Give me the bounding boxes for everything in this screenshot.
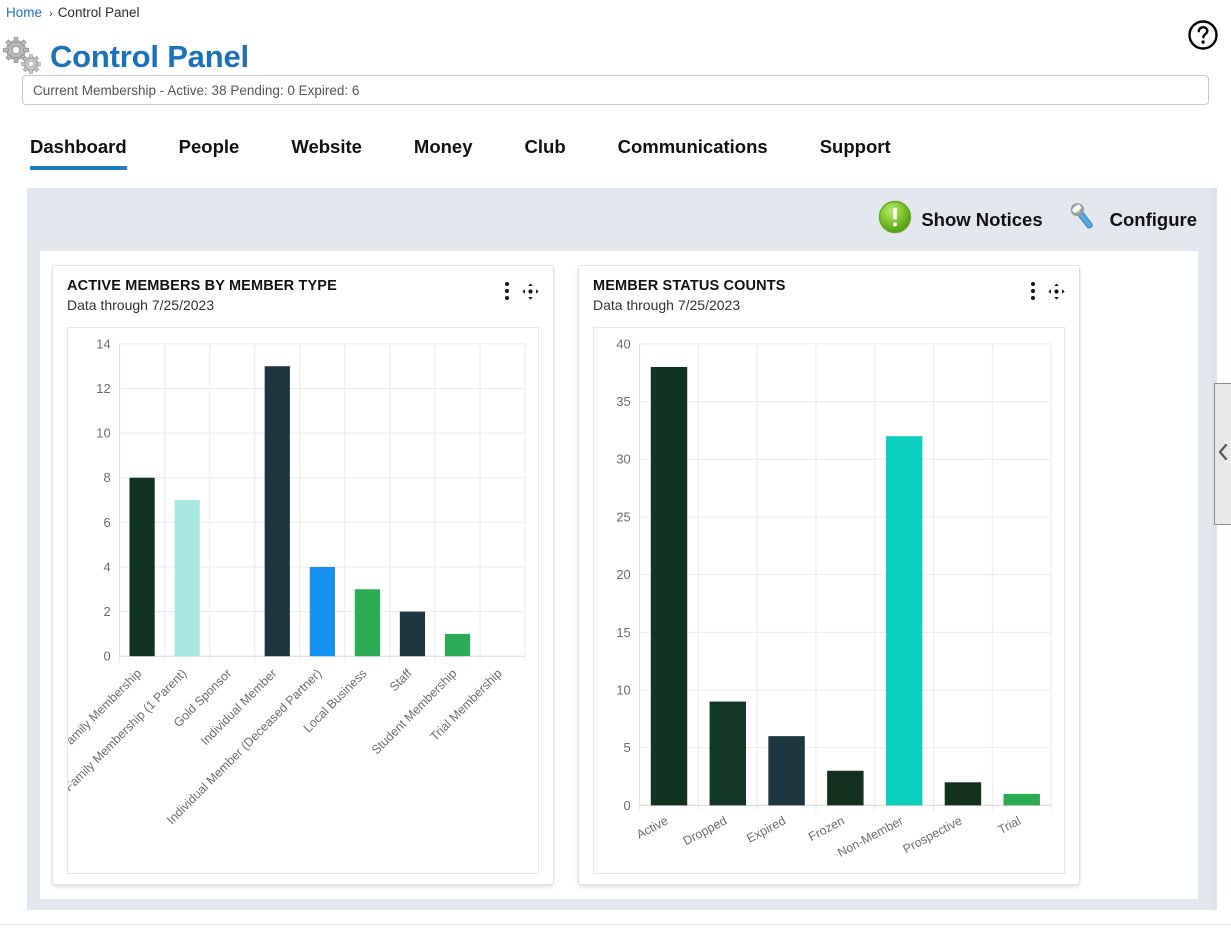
widget-active-members-by-member-type: ACTIVE MEMBERS BY MEMBER TYPE Data throu… bbox=[52, 265, 554, 885]
bar[interactable] bbox=[444, 633, 471, 657]
tab-money[interactable]: Money bbox=[414, 132, 473, 170]
y-axis-tick-label: 10 bbox=[616, 682, 630, 697]
breadcrumb: Home › Control Panel bbox=[6, 5, 140, 20]
tab-website-label: Website bbox=[291, 136, 362, 157]
x-axis-category-label: Frozen bbox=[806, 814, 847, 845]
move-handle-icon[interactable] bbox=[1048, 282, 1065, 300]
tab-club-label: Club bbox=[524, 136, 566, 157]
bar[interactable] bbox=[174, 500, 200, 657]
widget-header: ACTIVE MEMBERS BY MEMBER TYPE Data throu… bbox=[67, 278, 539, 313]
dashboard-panel: Show Notices Configure ACTIVE MEMBERS BY… bbox=[27, 188, 1211, 910]
tab-dashboard[interactable]: Dashboard bbox=[30, 132, 127, 170]
tab-website[interactable]: Website bbox=[291, 132, 362, 170]
membership-summary-text: Current Membership - Active: 38 Pending:… bbox=[33, 82, 360, 98]
widget-title: ACTIVE MEMBERS BY MEMBER TYPE bbox=[67, 278, 337, 294]
y-axis-tick-label: 40 bbox=[616, 336, 630, 351]
x-axis-category-label: Dropped bbox=[681, 814, 730, 849]
widget-titles: ACTIVE MEMBERS BY MEMBER TYPE Data throu… bbox=[67, 278, 505, 313]
page-title: Control Panel bbox=[50, 38, 249, 74]
bar[interactable] bbox=[827, 770, 864, 806]
x-axis-category-label: Active bbox=[634, 814, 670, 842]
y-axis-tick-label: 35 bbox=[616, 394, 630, 409]
widgets-container: ACTIVE MEMBERS BY MEMBER TYPE Data throu… bbox=[40, 251, 1198, 899]
widget-subtitle: Data through 7/25/2023 bbox=[67, 297, 215, 313]
bar[interactable] bbox=[129, 477, 155, 657]
page-bottom-strip bbox=[0, 924, 1231, 933]
y-axis-tick-label: 10 bbox=[96, 426, 110, 441]
bar[interactable] bbox=[885, 436, 923, 806]
bar[interactable] bbox=[399, 611, 426, 657]
configure-label: Configure bbox=[1109, 208, 1197, 230]
y-axis-tick-label: 14 bbox=[96, 336, 110, 351]
y-axis-tick-label: 20 bbox=[616, 567, 630, 582]
tab-support-label: Support bbox=[819, 136, 891, 157]
bar[interactable] bbox=[944, 782, 982, 806]
tab-club[interactable]: Club bbox=[525, 132, 566, 170]
x-axis-category-label: Trial bbox=[996, 814, 1023, 838]
bar[interactable] bbox=[264, 366, 290, 657]
x-axis-category-label: Individual Member bbox=[198, 666, 279, 748]
widget-member-status-counts: MEMBER STATUS COUNTS Data through 7/25/2… bbox=[578, 265, 1080, 885]
y-axis-tick-label: 30 bbox=[616, 452, 630, 467]
control-panel-page: Home › Control Panel Control Panel Curre… bbox=[0, 0, 1231, 933]
drawer-toggle-button[interactable] bbox=[1214, 383, 1231, 525]
breadcrumb-separator: › bbox=[49, 8, 53, 20]
chevron-left-icon bbox=[1217, 443, 1229, 466]
wrench-icon bbox=[1065, 200, 1101, 239]
tab-communications-label: Communications bbox=[617, 136, 768, 157]
widget-titles: MEMBER STATUS COUNTS Data through 7/25/2… bbox=[593, 278, 1031, 313]
tab-people[interactable]: People bbox=[179, 132, 240, 170]
y-axis-tick-label: 8 bbox=[103, 470, 110, 485]
tab-people-label: People bbox=[178, 136, 240, 157]
kebab-menu-icon[interactable] bbox=[1031, 282, 1035, 300]
y-axis-tick-label: 25 bbox=[616, 509, 630, 524]
show-notices-label: Show Notices bbox=[921, 208, 1043, 230]
bar[interactable] bbox=[354, 589, 381, 657]
bar[interactable] bbox=[309, 566, 335, 657]
y-axis-tick-label: 0 bbox=[624, 798, 631, 813]
bar[interactable] bbox=[768, 736, 805, 806]
bar-chart-svg: 02468101214 Family MembershipFamily Memb… bbox=[68, 336, 526, 827]
gears-icon bbox=[0, 36, 46, 76]
y-axis-tick-label: 15 bbox=[616, 625, 630, 640]
membership-summary-bar: Current Membership - Active: 38 Pending:… bbox=[22, 75, 1209, 105]
y-axis-tick-label: 5 bbox=[624, 740, 631, 755]
widget-tools bbox=[1031, 278, 1065, 300]
breadcrumb-current: Control Panel bbox=[57, 5, 140, 20]
chart-member-status-counts: 0 5 10 15 20 25 30 35 40 Active Dropped Expired Fro… bbox=[593, 327, 1065, 874]
y-axis-tick-label: 0 bbox=[103, 649, 110, 664]
x-axis-category-label: Student Membership bbox=[369, 666, 460, 757]
y-axis-tick-label: 2 bbox=[103, 604, 110, 619]
widget-subtitle: Data through 7/25/2023 bbox=[593, 297, 741, 313]
breadcrumb-home-link[interactable]: Home bbox=[6, 5, 42, 20]
drawer-rail bbox=[1211, 188, 1217, 910]
x-axis-category-label: Expired bbox=[744, 814, 788, 846]
x-axis-category-label: Staff bbox=[387, 666, 415, 694]
x-axis-category-label: Prospective bbox=[901, 814, 965, 857]
help-circle-icon[interactable] bbox=[1187, 19, 1219, 51]
widget-title: MEMBER STATUS COUNTS bbox=[593, 278, 786, 294]
chart-active-members-by-member-type: 0 2 4 6 8 10 12 14 Family Membership Family Memb… bbox=[67, 327, 539, 874]
bar[interactable] bbox=[650, 366, 688, 806]
bar[interactable] bbox=[709, 701, 747, 806]
tab-dashboard-label: Dashboard bbox=[30, 136, 127, 157]
main-tab-bar: Dashboard People Website Money Club Comm… bbox=[0, 132, 1231, 180]
tab-money-label: Money bbox=[413, 136, 473, 157]
widget-header: MEMBER STATUS COUNTS Data through 7/25/2… bbox=[593, 278, 1065, 313]
configure-button[interactable]: Configure bbox=[1065, 200, 1197, 239]
widget-tools bbox=[505, 278, 539, 300]
y-axis-tick-label: 4 bbox=[103, 559, 110, 574]
bar[interactable] bbox=[1003, 793, 1040, 806]
kebab-menu-icon[interactable] bbox=[505, 282, 509, 300]
dashboard-toolbar: Show Notices Configure bbox=[27, 188, 1211, 251]
tab-communications[interactable]: Communications bbox=[618, 132, 768, 170]
move-handle-icon[interactable] bbox=[522, 282, 539, 300]
show-notices-button[interactable]: Show Notices bbox=[878, 200, 1043, 239]
tab-support[interactable]: Support bbox=[820, 132, 891, 170]
y-axis-tick-label: 12 bbox=[96, 381, 110, 396]
bar-chart-svg: 0 5 10 15 20 25 30 35 40 Active Dropped Expired Fro… bbox=[616, 336, 1052, 860]
alert-circle-icon bbox=[878, 200, 912, 239]
x-axis-category-label: Non-Member bbox=[835, 814, 905, 860]
y-axis-tick-label: 6 bbox=[103, 515, 110, 530]
